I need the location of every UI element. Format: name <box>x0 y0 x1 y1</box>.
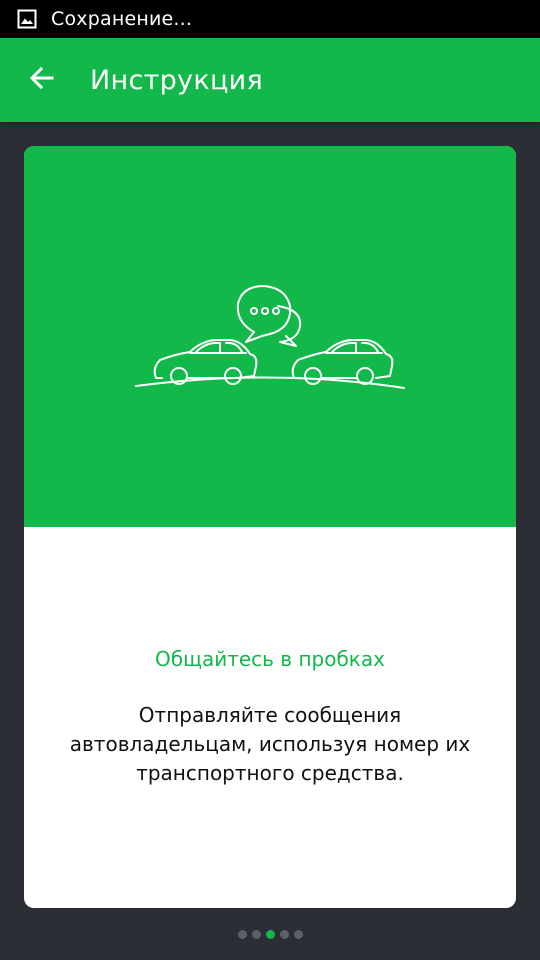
app-bar: Инструкция <box>0 38 540 122</box>
cars-chat-illustration <box>135 285 405 389</box>
arrow-left-icon <box>28 64 56 96</box>
back-button[interactable] <box>14 52 70 108</box>
status-bar: Сохранение... <box>0 0 540 38</box>
page-dot <box>237 929 247 939</box>
image-icon <box>16 8 38 30</box>
instruction-card[interactable]: Общайтесь в пробках Отправляйте сообщени… <box>24 146 516 908</box>
page-dot <box>279 929 289 939</box>
page-dot <box>251 929 261 939</box>
card-title: Общайтесь в пробках <box>155 647 385 671</box>
page-indicator <box>0 928 540 940</box>
page-dot-active <box>265 929 275 939</box>
page-title: Инструкция <box>90 64 264 96</box>
card-hero <box>24 146 516 527</box>
card-description: Отправляйте сообщения автовладельцам, ис… <box>69 703 471 785</box>
page-dot <box>293 929 303 939</box>
card-body: Общайтесь в пробках Отправляйте сообщени… <box>24 527 516 908</box>
status-text: Сохранение... <box>51 8 193 30</box>
